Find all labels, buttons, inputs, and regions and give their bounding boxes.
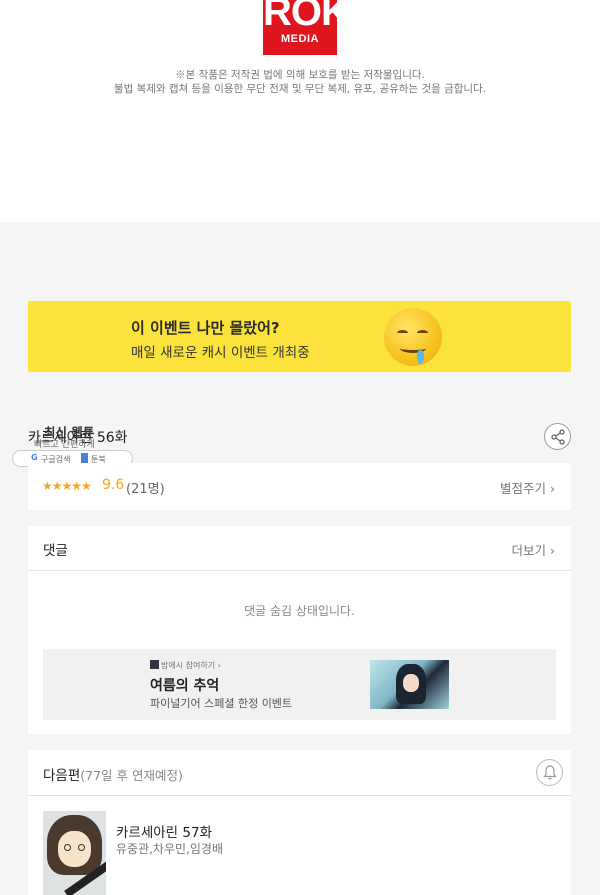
event-banner[interactable]: 이 이벤트 나만 몰랐어? 매일 새로운 캐시 이벤트 개최중: [28, 301, 571, 372]
ad-tag: 밤에시 참여하기 ›: [150, 660, 221, 671]
copyright-notice-line2: 불법 복제와 캡쳐 등을 이용한 무단 전재 및 무단 복제, 유포, 공유하는…: [113, 83, 487, 95]
rate-button[interactable]: 별점주기 ›: [500, 478, 555, 497]
rating-count: (21명): [126, 482, 165, 497]
ad-title: 여름의 추억: [150, 678, 220, 694]
next-episode-header: 다음편(77일 후 연재예정): [43, 764, 183, 784]
ad-subtitle: 파이널기어 스페셜 한정 이벤트: [150, 697, 293, 710]
next-label: 다음편: [43, 768, 81, 784]
divider: [28, 570, 571, 571]
logo-text: ROK: [263, 0, 350, 34]
bell-icon: [543, 765, 557, 780]
chevron-right-icon: ›: [550, 481, 555, 496]
next-episode-authors: 유중관,차우민,임경배: [116, 842, 223, 856]
widget-subtitle: 빠르고 간편하게: [34, 440, 95, 450]
event-banner-subtitle: 매일 새로운 캐시 이벤트 개최중: [131, 345, 310, 361]
copyright-notice-line1: ※본 작품은 저작권 법에 의해 보호를 받는 저작물입니다.: [175, 69, 425, 81]
comments-card: 댓글 더보기 › 댓글 숨김 상태입니다. 밤에시 참여하기 › 여름의 추억 …: [28, 526, 571, 734]
copyright-section: ROK MEDIA ※본 작품은 저작권 법에 의해 보호를 받는 저작물입니다…: [0, 0, 600, 222]
ad-logo-icon: [150, 660, 159, 669]
share-icon: [551, 429, 565, 445]
drooling-face-icon: [384, 308, 442, 366]
ad-image: [370, 660, 449, 709]
chevron-right-icon: ›: [550, 543, 555, 558]
book-icon: [81, 453, 88, 463]
comments-more-button[interactable]: 더보기 ›: [512, 540, 556, 559]
comments-header: 댓글: [43, 543, 68, 559]
next-episode-thumbnail[interactable]: [43, 811, 106, 895]
next-schedule: (77일 후 연재예정): [80, 768, 183, 783]
rate-button-label: 별점주기: [500, 481, 547, 496]
comments-hidden-message: 댓글 숨김 상태입니다.: [244, 604, 355, 618]
ad-tag-label: 밤에시 참여하기: [161, 661, 216, 670]
divider: [28, 795, 571, 796]
share-button[interactable]: [544, 423, 571, 450]
rating-score: 9.6: [102, 477, 125, 493]
rok-media-logo: ROK MEDIA: [263, 0, 350, 55]
logo-subtext: MEDIA: [281, 33, 319, 45]
next-episode-title[interactable]: 카르세아린 57화: [116, 821, 212, 841]
floating-toon-widget[interactable]: 최신 웹툰 빠르고 간편하게 G 구글검색 툰북: [12, 422, 134, 468]
notify-button[interactable]: [536, 759, 563, 786]
more-label: 더보기: [511, 543, 547, 558]
next-episode-card: 다음편(77일 후 연재예정) 카르세아린 57화 유중관,차우민,임경배: [28, 750, 571, 895]
ad-banner[interactable]: 밤에시 참여하기 › 여름의 추억 파이널기어 스페셜 한정 이벤트: [43, 649, 556, 720]
rating-stars: ★★★★★: [42, 479, 92, 493]
event-banner-title: 이 이벤트 나만 몰랐어?: [131, 319, 280, 337]
google-icon: G: [31, 453, 38, 462]
rating-card: ★★★★★ 9.6 (21명) 별점주기 ›: [28, 463, 571, 510]
